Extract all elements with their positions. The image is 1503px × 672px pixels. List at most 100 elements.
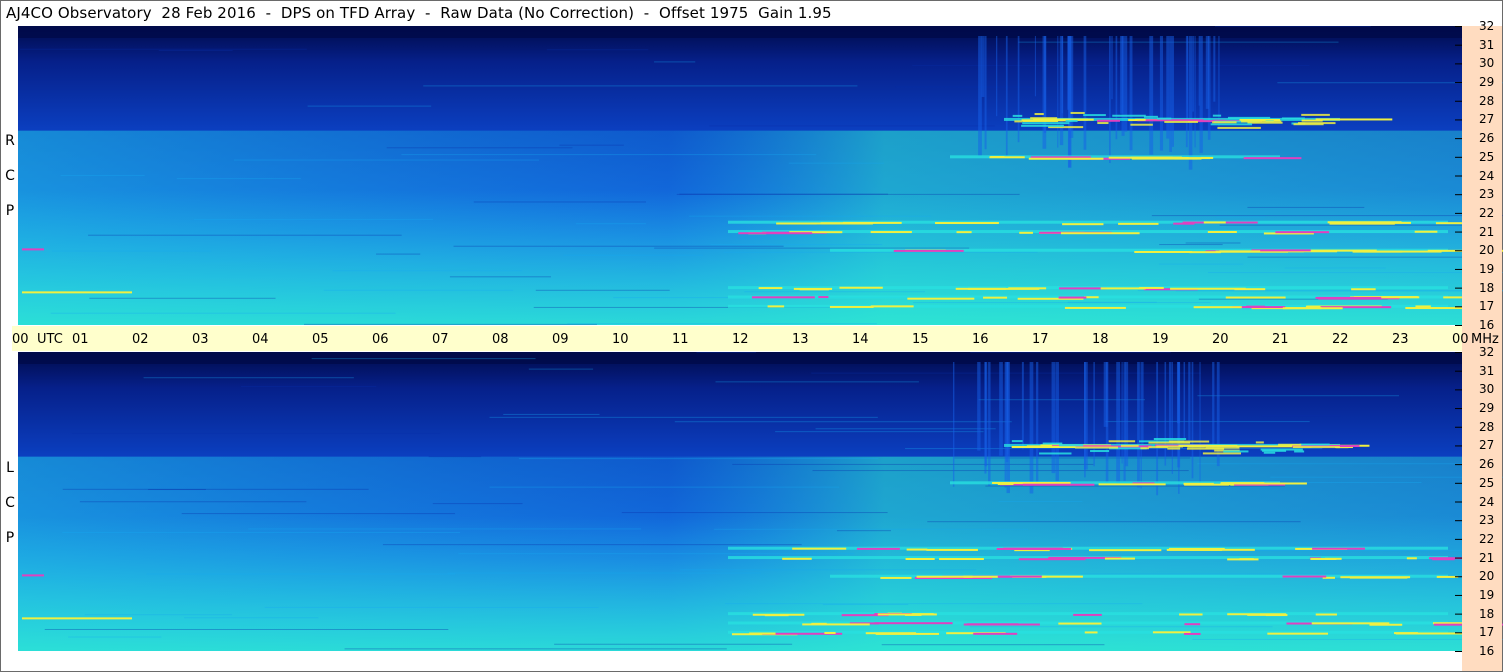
- band-21mhz-signal: [1018, 558, 1086, 561]
- band-21.5mhz-signal: [1089, 549, 1162, 552]
- streak: [546, 49, 649, 51]
- band-21mhz-signal: [1406, 557, 1417, 560]
- band-27mhz-cloud: [1070, 111, 1085, 114]
- interference-column: [1069, 36, 1074, 138]
- band-21mhz-signal: [1324, 557, 1342, 560]
- band-18mhz-signal: [758, 287, 783, 290]
- streak: [723, 251, 1038, 253]
- streak: [184, 617, 319, 619]
- frequency-axis-label: 29: [1479, 75, 1495, 90]
- streak: [1192, 638, 1503, 640]
- band-27mhz-cloud: [1065, 119, 1078, 122]
- freq-tick: [1455, 426, 1462, 428]
- band-27mhz-cloud: [1217, 126, 1261, 129]
- interference-column: [1057, 36, 1059, 148]
- band-27mhz-signal: [1315, 118, 1393, 121]
- band-27mhz-cloud: [1293, 123, 1324, 126]
- band-21.5mhz-signal: [1118, 222, 1159, 225]
- band-27mhz-cloud: [1108, 440, 1136, 443]
- streak: [44, 628, 449, 630]
- band-21mhz-signal: [1019, 231, 1033, 234]
- frequency-axis-label: 25: [1479, 149, 1495, 164]
- band-27mhz-cloud: [1014, 120, 1023, 123]
- band-27mhz-cloud: [1186, 447, 1225, 450]
- band-25mhz-signal: [1243, 157, 1302, 160]
- streak: [696, 352, 757, 354]
- frequency-axis-label: 17: [1479, 625, 1495, 640]
- band-25mhz-signal: [1028, 157, 1104, 160]
- band-21mhz-signal: [1275, 231, 1330, 234]
- band-21.5mhz-signal: [776, 222, 817, 225]
- frequency-axis-label: 20: [1479, 243, 1495, 258]
- interference-column: [1218, 36, 1220, 127]
- band-21mhz-signal: [738, 232, 813, 235]
- interference-column: [1149, 36, 1154, 155]
- band-18mhz-signal: [1139, 286, 1164, 289]
- interference-column: [1111, 36, 1113, 100]
- band-25mhz-signal: [1233, 482, 1307, 485]
- band-27mhz-cloud: [1202, 452, 1241, 455]
- interference-column: [1199, 36, 1203, 153]
- band-27mhz-cloud: [1212, 114, 1222, 117]
- band-21.5mhz-signal: [996, 547, 1072, 550]
- band-17mhz-signal: [829, 305, 874, 308]
- frequency-axis-label: 31: [1479, 363, 1495, 378]
- band-21.5mhz-signal: [1327, 221, 1402, 224]
- band-27mhz-cloud: [1012, 114, 1023, 117]
- band-27mhz-cloud: [1278, 443, 1302, 446]
- freq-tick: [1455, 26, 1462, 27]
- streak: [473, 201, 647, 203]
- frequency-axis-label: 31: [1479, 37, 1495, 52]
- streak: [194, 218, 433, 220]
- time-axis-label: 15: [912, 332, 929, 347]
- band-18mhz-signal: [752, 613, 805, 616]
- band-20mhz-signal: [963, 575, 998, 578]
- interference-column: [1083, 362, 1088, 470]
- freq-tick: [1455, 576, 1462, 578]
- streak: [376, 253, 421, 255]
- interference-column: [1059, 36, 1064, 146]
- streak: [307, 105, 432, 107]
- freq-tick: [1455, 175, 1462, 177]
- streak: [970, 352, 1171, 354]
- freq-tick: [1455, 287, 1462, 289]
- band-27mhz-cloud: [1140, 447, 1149, 450]
- time-axis-label: 20: [1212, 332, 1229, 347]
- time-axis-label: 06: [372, 332, 389, 347]
- band-20mhz-signal: [880, 576, 912, 579]
- streak: [1151, 215, 1503, 217]
- streak: [1214, 26, 1371, 28]
- streak: [79, 501, 307, 503]
- band-21.5mhz-signal: [926, 548, 978, 551]
- band-27mhz-cloud: [1148, 446, 1168, 449]
- streak: [458, 553, 855, 555]
- band-17mhz-signal: [749, 632, 776, 635]
- streak: [503, 413, 600, 415]
- interference-column: [1042, 36, 1047, 149]
- interference-column: [1212, 362, 1215, 451]
- interference-column: [1188, 36, 1193, 170]
- band-18mhz-signal: [1351, 288, 1376, 291]
- band-17mhz-signal: [1193, 306, 1242, 309]
- band-21mhz-signal: [939, 558, 984, 561]
- rcp-label-r: R: [5, 133, 15, 149]
- streak: [822, 604, 909, 606]
- streak: [20, 48, 307, 50]
- interference-column: [1034, 36, 1036, 97]
- band-21.5mhz-signal: [1435, 222, 1466, 225]
- freq-tick: [1455, 594, 1462, 596]
- streak: [88, 234, 402, 236]
- band-27mhz-signal: [1178, 444, 1238, 447]
- time-axis-label: 12: [732, 332, 749, 347]
- freq-tick: [1455, 651, 1462, 652]
- streak: [143, 377, 354, 379]
- streak: [428, 456, 482, 458]
- freq-tick: [1455, 44, 1462, 46]
- band-25mhz-signal: [1200, 156, 1214, 159]
- streak: [148, 489, 206, 491]
- interference-column: [978, 36, 982, 156]
- time-axis-label: 22: [1332, 332, 1349, 347]
- frequency-axis-label: 16: [1479, 644, 1495, 658]
- band-27mhz-cloud: [1112, 114, 1146, 117]
- freq-tick: [1455, 538, 1462, 540]
